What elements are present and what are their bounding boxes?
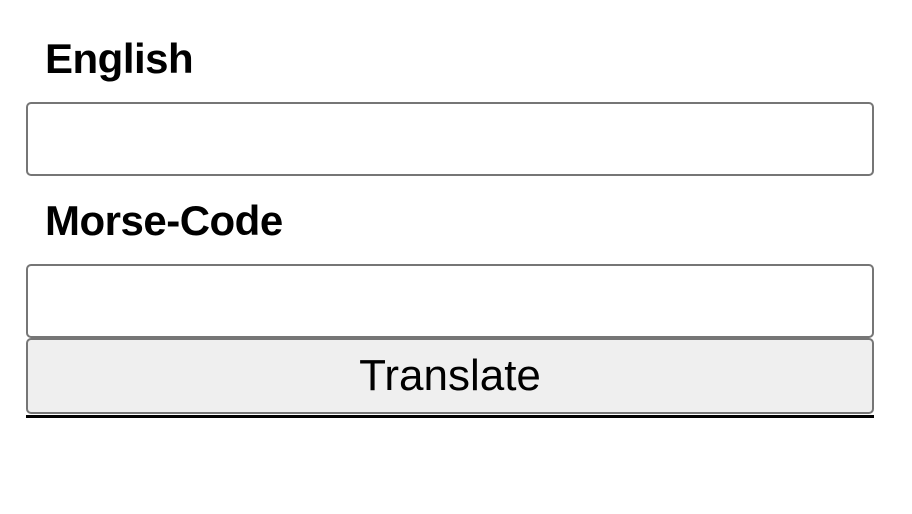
divider [26, 415, 874, 418]
english-input[interactable] [26, 102, 874, 176]
translate-button[interactable]: Translate [26, 338, 874, 414]
morse-code-label: Morse-Code [45, 197, 283, 244]
translator-page: English Morse-Code Translate [0, 0, 912, 514]
morse-code-input[interactable] [26, 264, 874, 338]
english-label: English [45, 35, 194, 82]
